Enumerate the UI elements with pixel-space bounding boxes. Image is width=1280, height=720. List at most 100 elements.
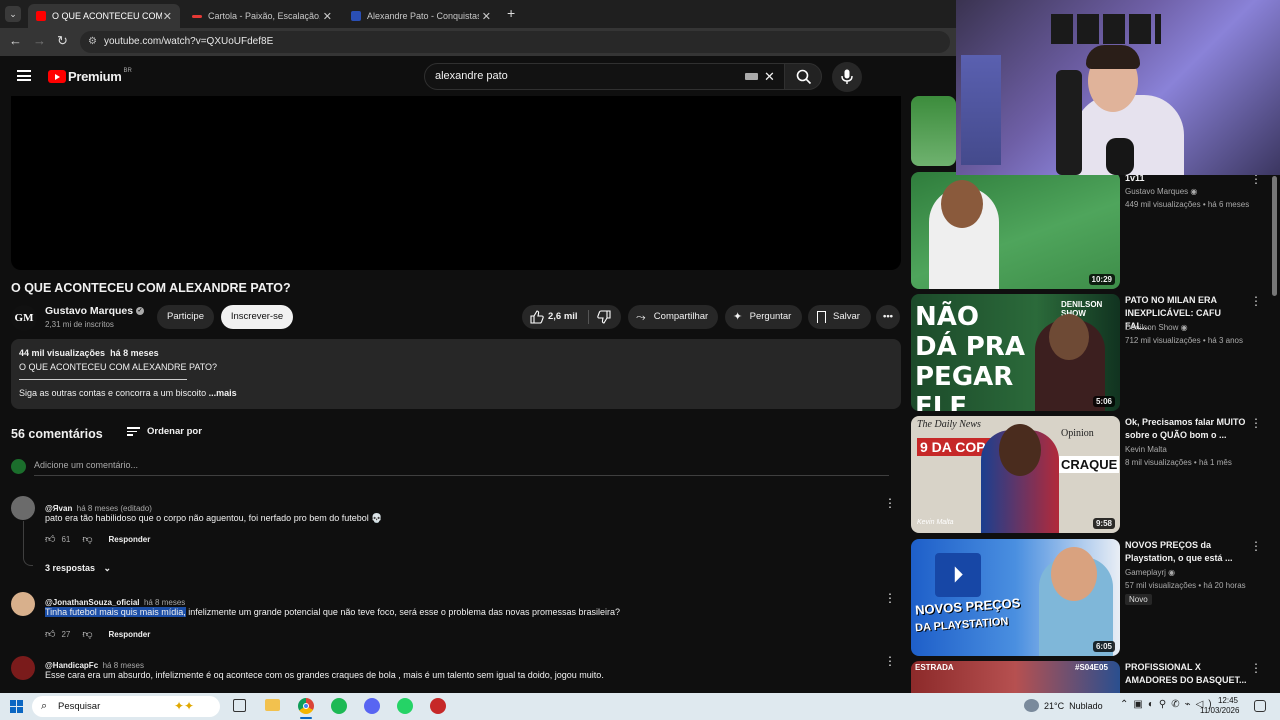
comment-dislike-icon[interactable]: 👎︎ bbox=[82, 533, 92, 545]
close-tab-icon[interactable]: ✕ bbox=[323, 10, 332, 23]
recommended-channel[interactable]: Gameplayrj ◉ bbox=[1125, 568, 1175, 577]
shelf bbox=[961, 55, 1001, 165]
site-info-icon[interactable]: ⚙ bbox=[88, 31, 97, 53]
comment-author[interactable]: @JonathanSouza_oficial bbox=[45, 598, 139, 607]
cartola-favicon-icon bbox=[192, 14, 202, 18]
ask-button[interactable]: ✦ Perguntar bbox=[725, 305, 802, 329]
notification-icon[interactable] bbox=[1254, 700, 1266, 712]
comment-author[interactable]: @Яvan bbox=[45, 504, 72, 513]
sort-label: Ordenar por bbox=[147, 425, 202, 437]
task-view-icon[interactable] bbox=[233, 699, 246, 712]
recommended-thumbnail[interactable]: ⏵ NOVOS PREÇOS DA PLAYSTATION 6:05 bbox=[911, 539, 1120, 656]
video-player[interactable] bbox=[11, 96, 901, 270]
comment-author[interactable]: @HandicapFc bbox=[45, 661, 98, 670]
recommended-thumbnail[interactable]: ESTRADA #S04E05 bbox=[911, 661, 1120, 693]
weather-text[interactable]: 21°C Nublado bbox=[1044, 701, 1103, 711]
subscriber-count: 2,31 mi de inscritos bbox=[45, 320, 114, 329]
avatar[interactable] bbox=[11, 496, 35, 520]
show-more-link[interactable]: ...mais bbox=[209, 388, 237, 398]
youtube-logo[interactable]: Premium BR bbox=[48, 68, 132, 84]
avatar[interactable] bbox=[11, 592, 35, 616]
avatar[interactable] bbox=[11, 656, 35, 680]
recommended-thumbnail[interactable] bbox=[911, 96, 956, 166]
subscribe-button[interactable]: Inscrever-se bbox=[221, 305, 293, 329]
weather-icon[interactable] bbox=[1024, 699, 1039, 712]
description-box[interactable]: 44 mil visualizações há 8 meses O QUE AC… bbox=[11, 339, 901, 409]
recommended-channel[interactable]: Denilson Show ◉ bbox=[1125, 323, 1188, 332]
channel-name[interactable]: Gustavo Marques ✓ bbox=[45, 305, 145, 317]
replies-toggle[interactable]: 3 respostas ⌄ bbox=[45, 563, 111, 574]
spotify-icon[interactable] bbox=[331, 698, 347, 714]
reload-icon[interactable]: ↻ bbox=[57, 33, 68, 49]
comment-menu-icon[interactable]: ⋮ bbox=[884, 496, 896, 510]
description-line: O QUE ACONTECEU COM ALEXANDRE PATO? bbox=[19, 362, 218, 372]
recommended-menu-icon[interactable]: ⋮ bbox=[1250, 416, 1262, 430]
tab-wiki[interactable]: Alexandre Pato - Conquistas | T ✕ bbox=[343, 4, 499, 28]
microphone bbox=[1106, 138, 1134, 175]
reply-button[interactable]: Responder bbox=[109, 535, 151, 544]
recommended-thumbnail[interactable]: NÃO DÁ PRA PEGAR ELE DENILSON SHOW 5:06 bbox=[911, 294, 1120, 411]
save-button[interactable]: Salvar bbox=[808, 305, 871, 329]
comment-time: há 8 meses (editado) bbox=[76, 504, 152, 513]
add-comment-input[interactable]: Adicione um comentário... bbox=[34, 460, 889, 476]
voice-search-button[interactable] bbox=[832, 62, 862, 92]
thumb-caption: NOVOS PREÇOS bbox=[914, 595, 1021, 618]
address-bar[interactable]: ⚙ youtube.com/watch?v=QXUoUFdef8E bbox=[80, 31, 950, 53]
close-tab-icon[interactable]: ✕ bbox=[482, 10, 491, 23]
menu-icon[interactable] bbox=[17, 70, 31, 81]
chrome-icon[interactable] bbox=[298, 698, 314, 714]
tab-cartola[interactable]: Cartola - Paixão, Escalação, Zo ✕ bbox=[184, 4, 340, 28]
tab-video[interactable]: O QUE ACONTECEU COM ALEX ✕ bbox=[28, 4, 180, 28]
join-button[interactable]: Participe bbox=[157, 305, 214, 329]
windows-start-icon[interactable] bbox=[10, 700, 23, 713]
webcam-overlay bbox=[956, 0, 1280, 175]
tab-list-dropdown[interactable]: ⌄ bbox=[5, 6, 21, 22]
thumb-head bbox=[941, 180, 983, 228]
file-explorer-icon[interactable] bbox=[265, 699, 280, 711]
description-text: Siga as outras contas e concorra a um bi… bbox=[19, 388, 207, 398]
channel-avatar[interactable]: GM bbox=[11, 305, 37, 331]
logo-text: Premium bbox=[68, 69, 122, 84]
clear-search-icon[interactable]: ✕ bbox=[764, 64, 775, 89]
channel-text: Gameplayrj bbox=[1125, 568, 1166, 577]
comment-like-icon[interactable]: 👍︎ bbox=[45, 533, 55, 545]
new-tab-icon[interactable]: + bbox=[507, 5, 515, 21]
search-button[interactable] bbox=[784, 63, 822, 90]
forward-icon[interactable]: → bbox=[33, 33, 46, 48]
recommended-thumbnail[interactable]: 10:29 bbox=[911, 172, 1120, 289]
recommended-thumbnail[interactable]: The Daily News 9 DA COPA Opinion CRAQUE … bbox=[911, 416, 1120, 533]
like-button[interactable]: 2,6 mil bbox=[522, 305, 586, 329]
comment-dislike-icon[interactable]: 👎︎ bbox=[82, 628, 92, 640]
comment-menu-icon[interactable]: ⋮ bbox=[884, 654, 896, 668]
dislike-button[interactable] bbox=[592, 305, 620, 329]
comment-like-icon[interactable]: 👍︎ bbox=[45, 628, 55, 640]
recommended-title[interactable]: Ok, Precisamos falar MUITO sobre o QUÃO … bbox=[1125, 416, 1247, 442]
more-actions-button[interactable]: ••• bbox=[876, 305, 900, 329]
comment-menu-icon[interactable]: ⋮ bbox=[884, 591, 896, 605]
sort-button[interactable]: Ordenar por bbox=[127, 425, 202, 438]
active-app-indicator bbox=[300, 717, 312, 719]
recommended-title[interactable]: PROFISSIONAL X AMADORES DO BASQUET... bbox=[1125, 661, 1247, 687]
recommended-menu-icon[interactable]: ⋮ bbox=[1250, 661, 1262, 675]
comment-text: pato era tão habilidoso que o corpo não … bbox=[45, 513, 383, 523]
scrollbar[interactable] bbox=[1272, 176, 1277, 296]
taskbar-search[interactable]: ⌕ Pesquisar ✦✦ bbox=[32, 696, 220, 717]
thumb-head bbox=[999, 424, 1041, 476]
search-input[interactable]: alexandre pato ✕ bbox=[424, 63, 786, 90]
clock[interactable]: 12:45 11/03/2026 bbox=[1200, 696, 1239, 716]
app-icon[interactable] bbox=[430, 698, 446, 714]
discord-icon[interactable] bbox=[364, 698, 380, 714]
whatsapp-icon[interactable] bbox=[397, 698, 413, 714]
keyboard-icon[interactable] bbox=[745, 73, 758, 80]
back-icon[interactable]: ← bbox=[9, 33, 22, 48]
close-tab-icon[interactable]: ✕ bbox=[163, 10, 172, 23]
recommended-title[interactable]: NOVOS PREÇOS da Playstation, o que está … bbox=[1125, 539, 1247, 565]
recommended-channel[interactable]: Gustavo Marques ◉ bbox=[1125, 187, 1197, 196]
reply-button[interactable]: Responder bbox=[109, 630, 151, 639]
recommended-channel[interactable]: Kevin Malta bbox=[1125, 445, 1167, 454]
recommended-menu-icon[interactable]: ⋮ bbox=[1250, 294, 1262, 308]
recommended-menu-icon[interactable]: ⋮ bbox=[1250, 539, 1262, 553]
channel-text: Denilson Show bbox=[1125, 323, 1179, 332]
share-button[interactable]: ⤳ Compartilhar bbox=[628, 305, 718, 329]
tab-label: O QUE ACONTECEU COM ALEX bbox=[52, 11, 162, 21]
